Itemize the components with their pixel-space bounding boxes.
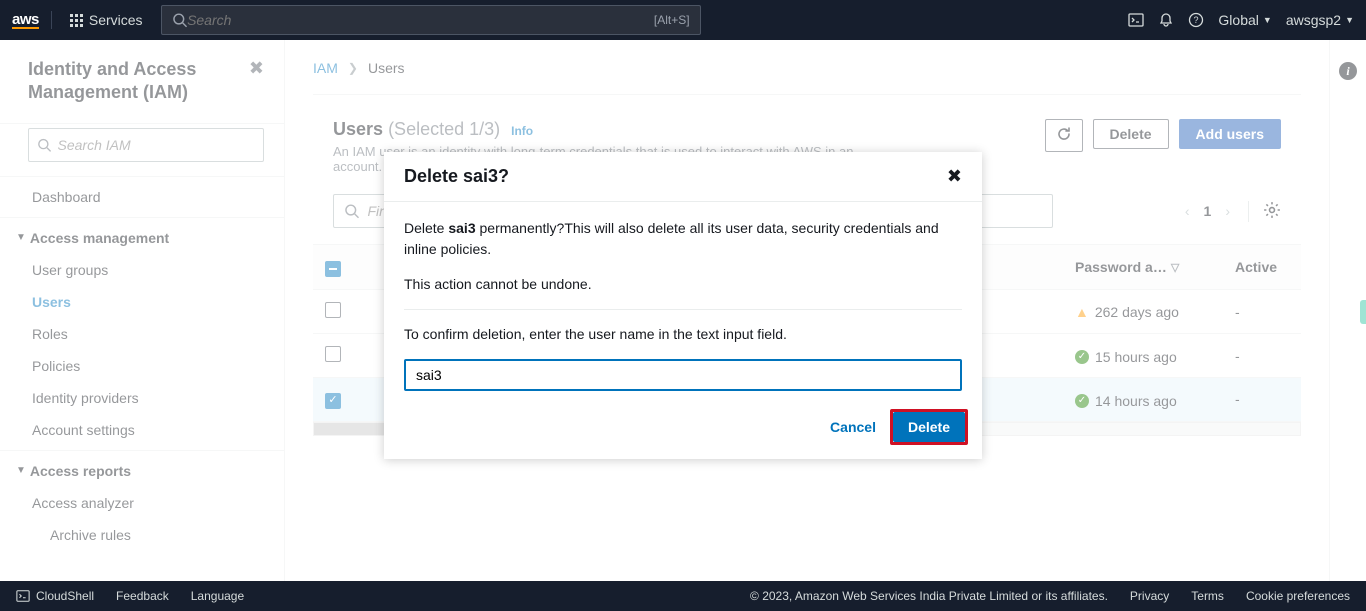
delete-button-highlight: Delete: [890, 409, 968, 445]
crumb-current: Users: [368, 60, 405, 76]
chevron-down-icon: ▼: [16, 232, 26, 243]
row-checkbox[interactable]: [325, 393, 341, 409]
row-checkbox[interactable]: [325, 302, 341, 318]
footer-cloudshell[interactable]: CloudShell: [36, 589, 94, 603]
cancel-button[interactable]: Cancel: [830, 419, 876, 435]
confirm-username-input[interactable]: [404, 359, 962, 391]
refresh-icon: [1056, 126, 1072, 142]
modal-close-icon[interactable]: ✖: [947, 166, 962, 187]
nav-account-settings[interactable]: Account settings: [0, 414, 284, 446]
nav-archive-rules[interactable]: Archive rules: [0, 519, 284, 551]
pagination: ‹ 1 ›: [1185, 201, 1281, 222]
chevron-right-icon: ❯: [348, 61, 358, 75]
nav-users[interactable]: Users: [0, 286, 284, 318]
breadcrumb: IAM ❯ Users: [313, 60, 1301, 90]
footer-privacy[interactable]: Privacy: [1130, 589, 1169, 603]
pager-prev[interactable]: ‹: [1185, 203, 1190, 219]
header-checkbox[interactable]: [325, 261, 341, 277]
footer-feedback[interactable]: Feedback: [116, 589, 169, 603]
services-grid-icon: [70, 14, 83, 27]
gear-icon: [1263, 201, 1281, 219]
global-search-input[interactable]: [187, 12, 689, 28]
svg-text:?: ?: [1194, 15, 1199, 25]
search-icon: [37, 137, 52, 153]
warning-icon: ▲: [1075, 304, 1089, 320]
modal-title: Delete sai3?: [404, 166, 509, 187]
nav-policies[interactable]: Policies: [0, 350, 284, 382]
nav-dashboard[interactable]: Dashboard: [0, 181, 284, 213]
crumb-iam[interactable]: IAM: [313, 60, 338, 76]
cloudshell-icon: [16, 589, 30, 603]
info-icon[interactable]: i: [1339, 62, 1357, 80]
modal-warning-2: This action cannot be undone.: [404, 274, 962, 295]
refresh-button[interactable]: [1045, 119, 1083, 152]
cloudshell-icon[interactable]: [1128, 12, 1144, 28]
help-icon[interactable]: ?: [1188, 12, 1204, 28]
sidebar-search-input[interactable]: [58, 137, 256, 153]
footer: CloudShell Feedback Language © 2023, Ama…: [0, 581, 1366, 611]
search-icon: [172, 12, 188, 28]
top-nav: aws Services [Alt+S] ? Global▼ awsgsp2▼: [0, 0, 1366, 40]
footer-language[interactable]: Language: [191, 589, 244, 603]
pager-next[interactable]: ›: [1225, 203, 1230, 219]
search-icon: [344, 203, 359, 219]
users-info-link[interactable]: Info: [511, 124, 533, 138]
services-menu[interactable]: Services: [60, 12, 153, 28]
aws-logo[interactable]: aws: [12, 11, 52, 29]
row-checkbox[interactable]: [325, 346, 341, 362]
modal-warning-1: Delete sai3 permanently?This will also d…: [404, 218, 962, 260]
notifications-icon[interactable]: [1158, 12, 1174, 28]
sidebar: Identity and Access Management (IAM) ✖ D…: [0, 40, 285, 581]
footer-cookies[interactable]: Cookie preferences: [1246, 589, 1350, 603]
footer-copyright: © 2023, Amazon Web Services India Privat…: [750, 589, 1108, 603]
services-label: Services: [89, 12, 143, 28]
users-heading: Users: [333, 119, 383, 139]
nav-identity-providers[interactable]: Identity providers: [0, 382, 284, 414]
check-circle-icon: ✓: [1075, 394, 1089, 408]
delete-user-modal: Delete sai3? ✖ Delete sai3 permanently?T…: [384, 152, 982, 459]
nav-roles[interactable]: Roles: [0, 318, 284, 350]
sidebar-search[interactable]: [28, 128, 264, 162]
nav-section-access-reports[interactable]: ▼ Access reports: [0, 455, 284, 487]
account-menu[interactable]: awsgsp2▼: [1286, 12, 1354, 28]
pager-page-number: 1: [1204, 203, 1212, 219]
confirm-delete-button[interactable]: Delete: [893, 412, 965, 442]
sidebar-title: Identity and Access Management (IAM): [28, 58, 249, 105]
global-search[interactable]: [Alt+S]: [161, 5, 701, 35]
nav-access-analyzer[interactable]: Access analyzer: [0, 487, 284, 519]
feedback-tab[interactable]: [1360, 300, 1366, 324]
users-selected-count: (Selected 1/3): [388, 119, 500, 139]
chevron-down-icon: ▼: [16, 465, 26, 476]
topnav-right: ? Global▼ awsgsp2▼: [1128, 12, 1354, 28]
region-selector[interactable]: Global▼: [1218, 12, 1271, 28]
search-shortcut-hint: [Alt+S]: [654, 13, 690, 27]
modal-confirm-instruction: To confirm deletion, enter the user name…: [404, 324, 962, 345]
footer-terms[interactable]: Terms: [1191, 589, 1224, 603]
help-panel-collapsed: i: [1329, 40, 1366, 581]
sidebar-close-icon[interactable]: ✖: [249, 58, 264, 79]
delete-users-button[interactable]: Delete: [1093, 119, 1169, 149]
nav-user-groups[interactable]: User groups: [0, 254, 284, 286]
col-password-age[interactable]: Password a…▽: [1075, 259, 1179, 275]
add-users-button[interactable]: Add users: [1179, 119, 1281, 149]
check-circle-icon: ✓: [1075, 350, 1089, 364]
nav-section-access-management[interactable]: ▼ Access management: [0, 222, 284, 254]
col-activity[interactable]: Active: [1235, 259, 1277, 275]
table-settings-button[interactable]: [1248, 201, 1281, 222]
